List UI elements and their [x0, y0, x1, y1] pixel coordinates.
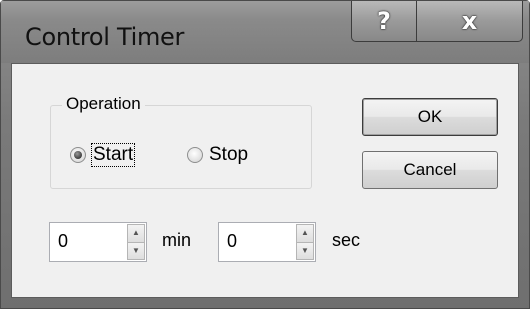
title-bar[interactable]: Control Timer ? x	[1, 1, 529, 63]
seconds-spinbox[interactable]: 0 ▲ ▼	[218, 222, 316, 262]
dialog-client-area: Operation Start Stop OK Cancel 0 ▲ ▼ min…	[11, 63, 519, 298]
minutes-spin-buttons: ▲ ▼	[127, 224, 145, 260]
minutes-unit-label: min	[162, 230, 192, 250]
seconds-down-arrow-icon[interactable]: ▼	[296, 242, 314, 260]
seconds-input[interactable]: 0	[227, 231, 237, 252]
stop-radio-label[interactable]: Stop	[209, 144, 248, 166]
start-radio[interactable]: Start	[70, 143, 136, 167]
seconds-up-arrow-icon[interactable]: ▲	[296, 224, 314, 243]
cancel-button[interactable]: Cancel	[362, 151, 498, 189]
seconds-unit-label: sec	[332, 230, 361, 250]
help-button[interactable]: ?	[351, 1, 417, 42]
operation-group-label: Operation	[62, 94, 145, 114]
stop-radio-indicator[interactable]	[187, 147, 203, 163]
close-button[interactable]: x	[417, 1, 523, 42]
start-radio-label[interactable]: Start	[90, 143, 136, 167]
stop-radio[interactable]: Stop	[187, 144, 248, 166]
ok-button[interactable]: OK	[362, 98, 498, 136]
control-timer-dialog: Control Timer ? x Operation Start Stop O…	[0, 0, 530, 309]
start-radio-indicator[interactable]	[70, 147, 86, 163]
minutes-spinbox[interactable]: 0 ▲ ▼	[49, 222, 147, 262]
minutes-up-arrow-icon[interactable]: ▲	[127, 224, 145, 243]
window-title: Control Timer	[25, 23, 185, 51]
minutes-input[interactable]: 0	[58, 231, 68, 252]
seconds-spin-buttons: ▲ ▼	[296, 224, 314, 260]
minutes-down-arrow-icon[interactable]: ▼	[127, 242, 145, 260]
caption-buttons: ? x	[351, 1, 523, 43]
